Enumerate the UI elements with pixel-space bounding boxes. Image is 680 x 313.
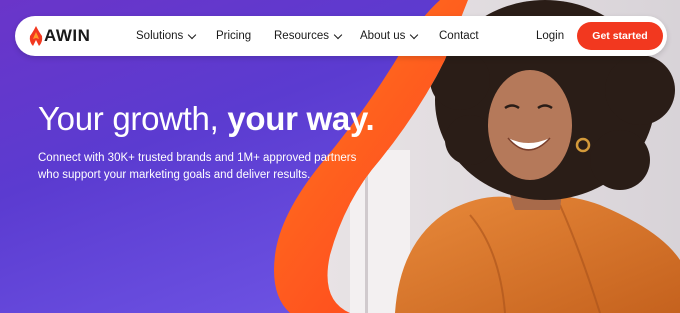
- navbar: AWIN Solutions Pricing Resources About u…: [15, 16, 667, 56]
- hero-title-regular: Your growth,: [38, 100, 228, 137]
- chevron-down-icon: [333, 30, 343, 39]
- hero-subtitle: Connect with 30K+ trusted brands and 1M+…: [38, 152, 357, 181]
- page: Your growth, your way. Connect with 30K+…: [0, 0, 680, 313]
- nav-resources[interactable]: Resources: [274, 16, 343, 56]
- nav-solutions-label: Solutions: [136, 30, 184, 42]
- hero-title-bold: your way.: [227, 100, 375, 137]
- logo[interactable]: AWIN: [29, 24, 90, 48]
- nav-pricing[interactable]: Pricing: [216, 16, 251, 56]
- nav-resources-label: Resources: [274, 30, 329, 42]
- flame-icon: [29, 26, 43, 46]
- get-started-button[interactable]: Get started: [577, 22, 663, 50]
- login-link[interactable]: Login: [536, 16, 564, 56]
- nav-about-us[interactable]: About us: [360, 16, 419, 56]
- hero-title: Your growth, your way.: [38, 100, 375, 138]
- nav-contact[interactable]: Contact: [439, 16, 479, 56]
- nav-pricing-label: Pricing: [216, 30, 252, 42]
- chevron-down-icon: [410, 30, 419, 39]
- nav-contact-label: Contact: [439, 30, 479, 42]
- login-label: Login: [536, 30, 565, 42]
- logo-text: AWIN: [44, 26, 91, 45]
- chevron-down-icon: [188, 30, 197, 39]
- nav-about-us-label: About us: [360, 30, 406, 42]
- nav-solutions[interactable]: Solutions: [136, 16, 197, 56]
